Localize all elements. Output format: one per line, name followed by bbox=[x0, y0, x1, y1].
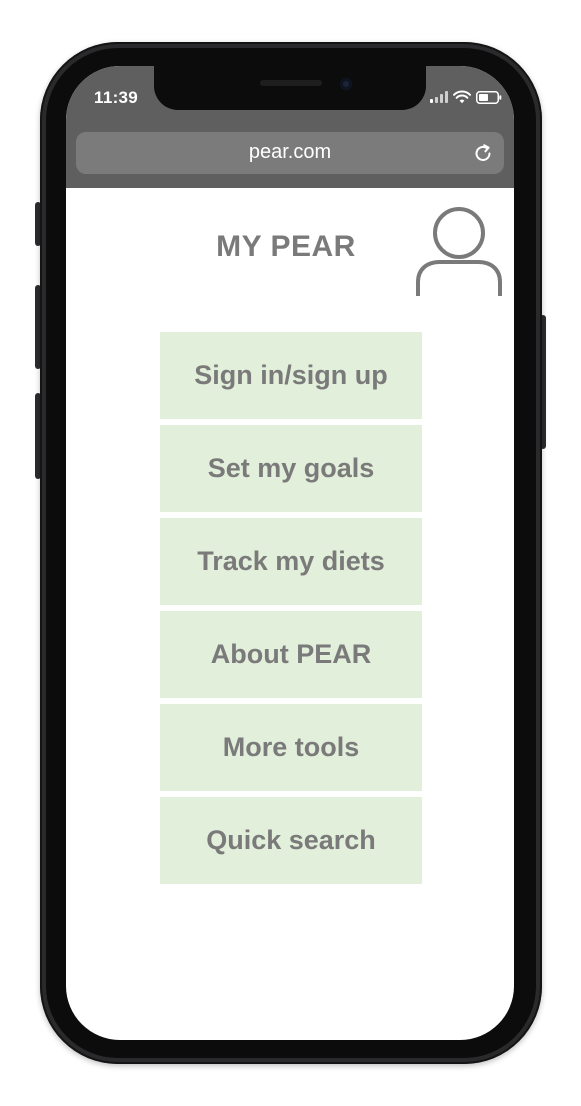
menu-item-more-tools[interactable]: More tools bbox=[160, 704, 422, 791]
wifi-icon bbox=[453, 90, 471, 104]
notch bbox=[154, 66, 426, 110]
phone-screen: 11:39 pear.com MY PEAR Sign in/sign up S… bbox=[66, 66, 514, 1040]
url-bar[interactable]: pear.com bbox=[76, 132, 504, 174]
browser-bar: 11:39 pear.com bbox=[66, 66, 514, 188]
battery-icon bbox=[476, 90, 502, 104]
reload-icon[interactable] bbox=[472, 142, 494, 164]
menu-item-track-diets[interactable]: Track my diets bbox=[160, 518, 422, 605]
speaker-grille bbox=[260, 80, 322, 86]
page-title: MY PEAR bbox=[216, 230, 356, 263]
menu-item-about[interactable]: About PEAR bbox=[160, 611, 422, 698]
menu-item-quick-search[interactable]: Quick search bbox=[160, 797, 422, 884]
status-time: 11:39 bbox=[94, 88, 139, 107]
user-profile-icon[interactable] bbox=[414, 204, 504, 298]
cellular-signal-icon bbox=[430, 91, 448, 103]
url-text: pear.com bbox=[248, 141, 332, 163]
menu-item-set-goals[interactable]: Set my goals bbox=[160, 425, 422, 512]
main-menu: Sign in/sign up Set my goals Track my di… bbox=[160, 332, 422, 890]
status-icons bbox=[430, 88, 502, 106]
menu-item-sign-in[interactable]: Sign in/sign up bbox=[160, 332, 422, 419]
front-camera bbox=[340, 78, 352, 90]
